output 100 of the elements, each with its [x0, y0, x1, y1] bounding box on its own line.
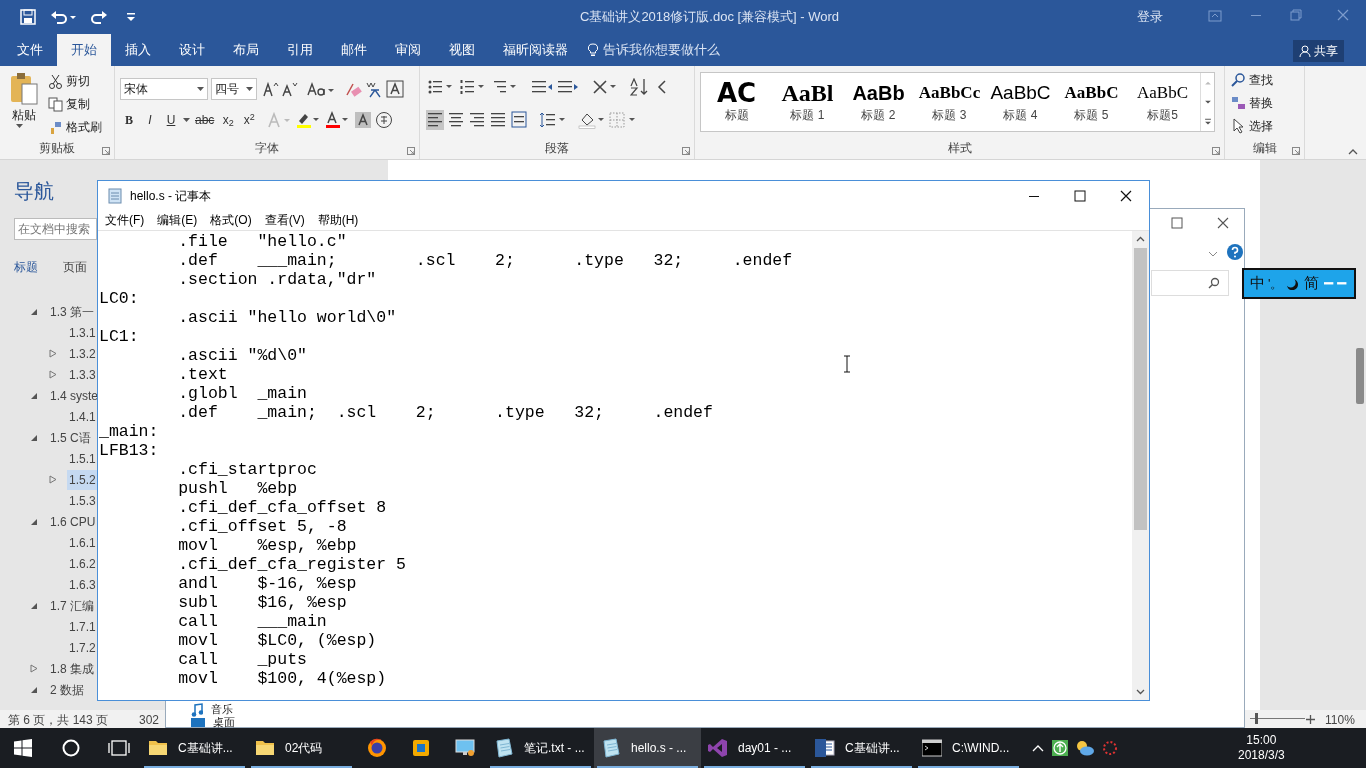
menu-item[interactable]: 格式(O) [210, 211, 252, 229]
asian-layout-icon[interactable] [592, 78, 618, 96]
expanded-icon[interactable] [30, 391, 38, 400]
character-border-icon[interactable] [386, 80, 404, 98]
numbering-icon[interactable] [460, 78, 486, 96]
zoom-slider-thumb[interactable] [1255, 713, 1259, 724]
heading-item[interactable]: 1.6 CPU [48, 511, 98, 532]
heading-item[interactable]: 1.6.2 [67, 553, 98, 574]
pane-tab[interactable]: 页面 [63, 258, 87, 276]
ime-toolbar[interactable]: 中 '。 简 [1242, 268, 1356, 299]
ribbon-tab[interactable]: 审阅 [381, 34, 435, 66]
desktop-icon[interactable] [191, 716, 205, 729]
cortana-icon[interactable] [62, 739, 80, 757]
chevron-down-icon[interactable] [1208, 251, 1218, 257]
clipboard-button[interactable]: 剪切 [48, 72, 102, 90]
ribbon-tab[interactable]: 福昕阅读器 [489, 34, 582, 66]
align-left-icon[interactable] [426, 110, 444, 130]
heading-item[interactable]: 2 数据 [48, 679, 86, 700]
dialog-launcher-icon[interactable] [682, 147, 690, 155]
menu-item[interactable]: 查看(V) [264, 211, 305, 229]
taskbar-app[interactable]: day01 - ... [701, 728, 808, 768]
distributed-icon[interactable] [510, 110, 528, 130]
search-field[interactable] [1151, 270, 1229, 296]
share-button[interactable]: 共享 [1293, 40, 1344, 62]
folder-item[interactable]: 桌面 [213, 716, 235, 729]
format-button[interactable]: U [162, 110, 180, 130]
sort-icon[interactable] [630, 78, 650, 96]
style-item[interactable]: AaBl 标题 1 [772, 73, 843, 131]
menu-item[interactable]: 帮助(H) [317, 211, 359, 229]
bullets-icon[interactable] [428, 78, 454, 96]
heading-item[interactable]: 1.6.1 [67, 532, 98, 553]
format-button[interactable]: x$^{2}$ [240, 110, 259, 130]
format-button[interactable]: x$_{2}$ [219, 110, 238, 130]
heading-item[interactable]: 1.3.1 [67, 322, 98, 343]
taskbar-app[interactable]: C基础讲... [808, 728, 915, 768]
script-mode[interactable]: 简 [1303, 272, 1319, 295]
dropdown-arrow-icon[interactable] [16, 124, 23, 129]
grow-font-icon[interactable] [263, 81, 279, 97]
clock-time[interactable]: 15:00 [1246, 733, 1277, 748]
heading-item[interactable]: 1.5.1 [67, 448, 98, 469]
show-hidden-icons-icon[interactable] [1032, 744, 1044, 752]
windows-icon[interactable] [14, 739, 32, 757]
menu-item[interactable]: 编辑(E) [157, 211, 198, 229]
task-view-icon[interactable] [108, 740, 130, 756]
clear-formatting-icon[interactable] [344, 81, 362, 97]
style-item[interactable]: AaBbCc 标题 3 [914, 73, 985, 131]
weather-icon[interactable] [1076, 740, 1094, 756]
ribbon-tab[interactable]: 开始 [57, 34, 111, 66]
heading-item[interactable]: 1.7.1 [67, 616, 98, 637]
help-icon[interactable] [1227, 244, 1243, 260]
font-name-field[interactable]: 宋体 [120, 78, 208, 100]
clipboard-button[interactable]: 复制 [48, 95, 102, 113]
collapsed-icon[interactable] [49, 475, 57, 484]
taskbar-app[interactable]: 笔记.txt - ... [487, 728, 594, 768]
character-shading-icon[interactable] [354, 111, 373, 129]
format-button[interactable]: I [141, 110, 159, 130]
expanded-icon[interactable] [30, 685, 38, 694]
heading-item[interactable]: 1.3.3 [67, 364, 98, 385]
redo-icon[interactable] [90, 9, 108, 25]
clipboard-button[interactable]: 格式刷 [48, 118, 102, 136]
tell-me-field[interactable]: 告诉我你想要做什么 [603, 40, 720, 60]
dialog-launcher-icon[interactable] [1212, 147, 1220, 155]
scrollbar-thumb[interactable] [1134, 248, 1147, 530]
heading-item[interactable]: 1.3 第一 [48, 301, 96, 322]
dialog-launcher-icon[interactable] [102, 147, 110, 155]
search-field[interactable]: 在文档中搜索 [14, 218, 97, 240]
format-button[interactable]: abc [193, 110, 217, 130]
sign-in-link[interactable]: 登录 [1137, 7, 1163, 27]
input-mode[interactable]: 中 [1250, 272, 1265, 295]
heading-item[interactable]: 1.4 syste [48, 385, 101, 406]
style-item[interactable]: AaBbC 标题 5 [1056, 73, 1127, 131]
editing-button[interactable]: 选择 [1231, 116, 1273, 136]
editing-button[interactable]: 替换 [1231, 93, 1273, 113]
save-icon[interactable] [20, 9, 36, 25]
expanded-icon[interactable] [30, 307, 38, 316]
taskbar-app[interactable]: hello.s - ... [594, 728, 701, 768]
style-item[interactable]: AaBbC 标题 4 [985, 73, 1056, 131]
dialog-launcher-icon[interactable] [407, 147, 415, 155]
paste-button[interactable]: 粘贴 [6, 72, 42, 138]
heading-item[interactable]: 1.8 集成 [48, 658, 96, 679]
undo-icon[interactable] [50, 9, 76, 25]
heading-item[interactable]: 1.5.2 [67, 469, 98, 490]
heading-item[interactable]: 1.3.2 [67, 343, 98, 364]
editing-button[interactable]: 查找 [1231, 70, 1273, 90]
enclose-character-icon[interactable] [375, 111, 394, 129]
maximize-icon[interactable] [1074, 190, 1086, 202]
expanded-icon[interactable] [30, 601, 38, 610]
ribbon-tab[interactable]: 文件 [3, 34, 57, 66]
format-button[interactable]: B [120, 110, 138, 130]
menu-icon[interactable] [1323, 280, 1348, 287]
folder-item[interactable]: 音乐 [211, 703, 233, 716]
taskbar-app[interactable]: C基础讲... [141, 728, 248, 768]
style-item[interactable]: AaBbC 标题5 [1127, 73, 1198, 131]
zoom-level[interactable]: 110% [1325, 711, 1355, 729]
zoom-slider[interactable] [1250, 713, 1305, 724]
customize-icon[interactable] [126, 12, 136, 22]
ribbon-display-icon[interactable] [1208, 10, 1222, 22]
heading-item[interactable]: 1.4.1 [67, 406, 98, 427]
ribbon-tab[interactable]: 引用 [273, 34, 327, 66]
heading-item[interactable]: 1.7.2 [67, 637, 98, 658]
